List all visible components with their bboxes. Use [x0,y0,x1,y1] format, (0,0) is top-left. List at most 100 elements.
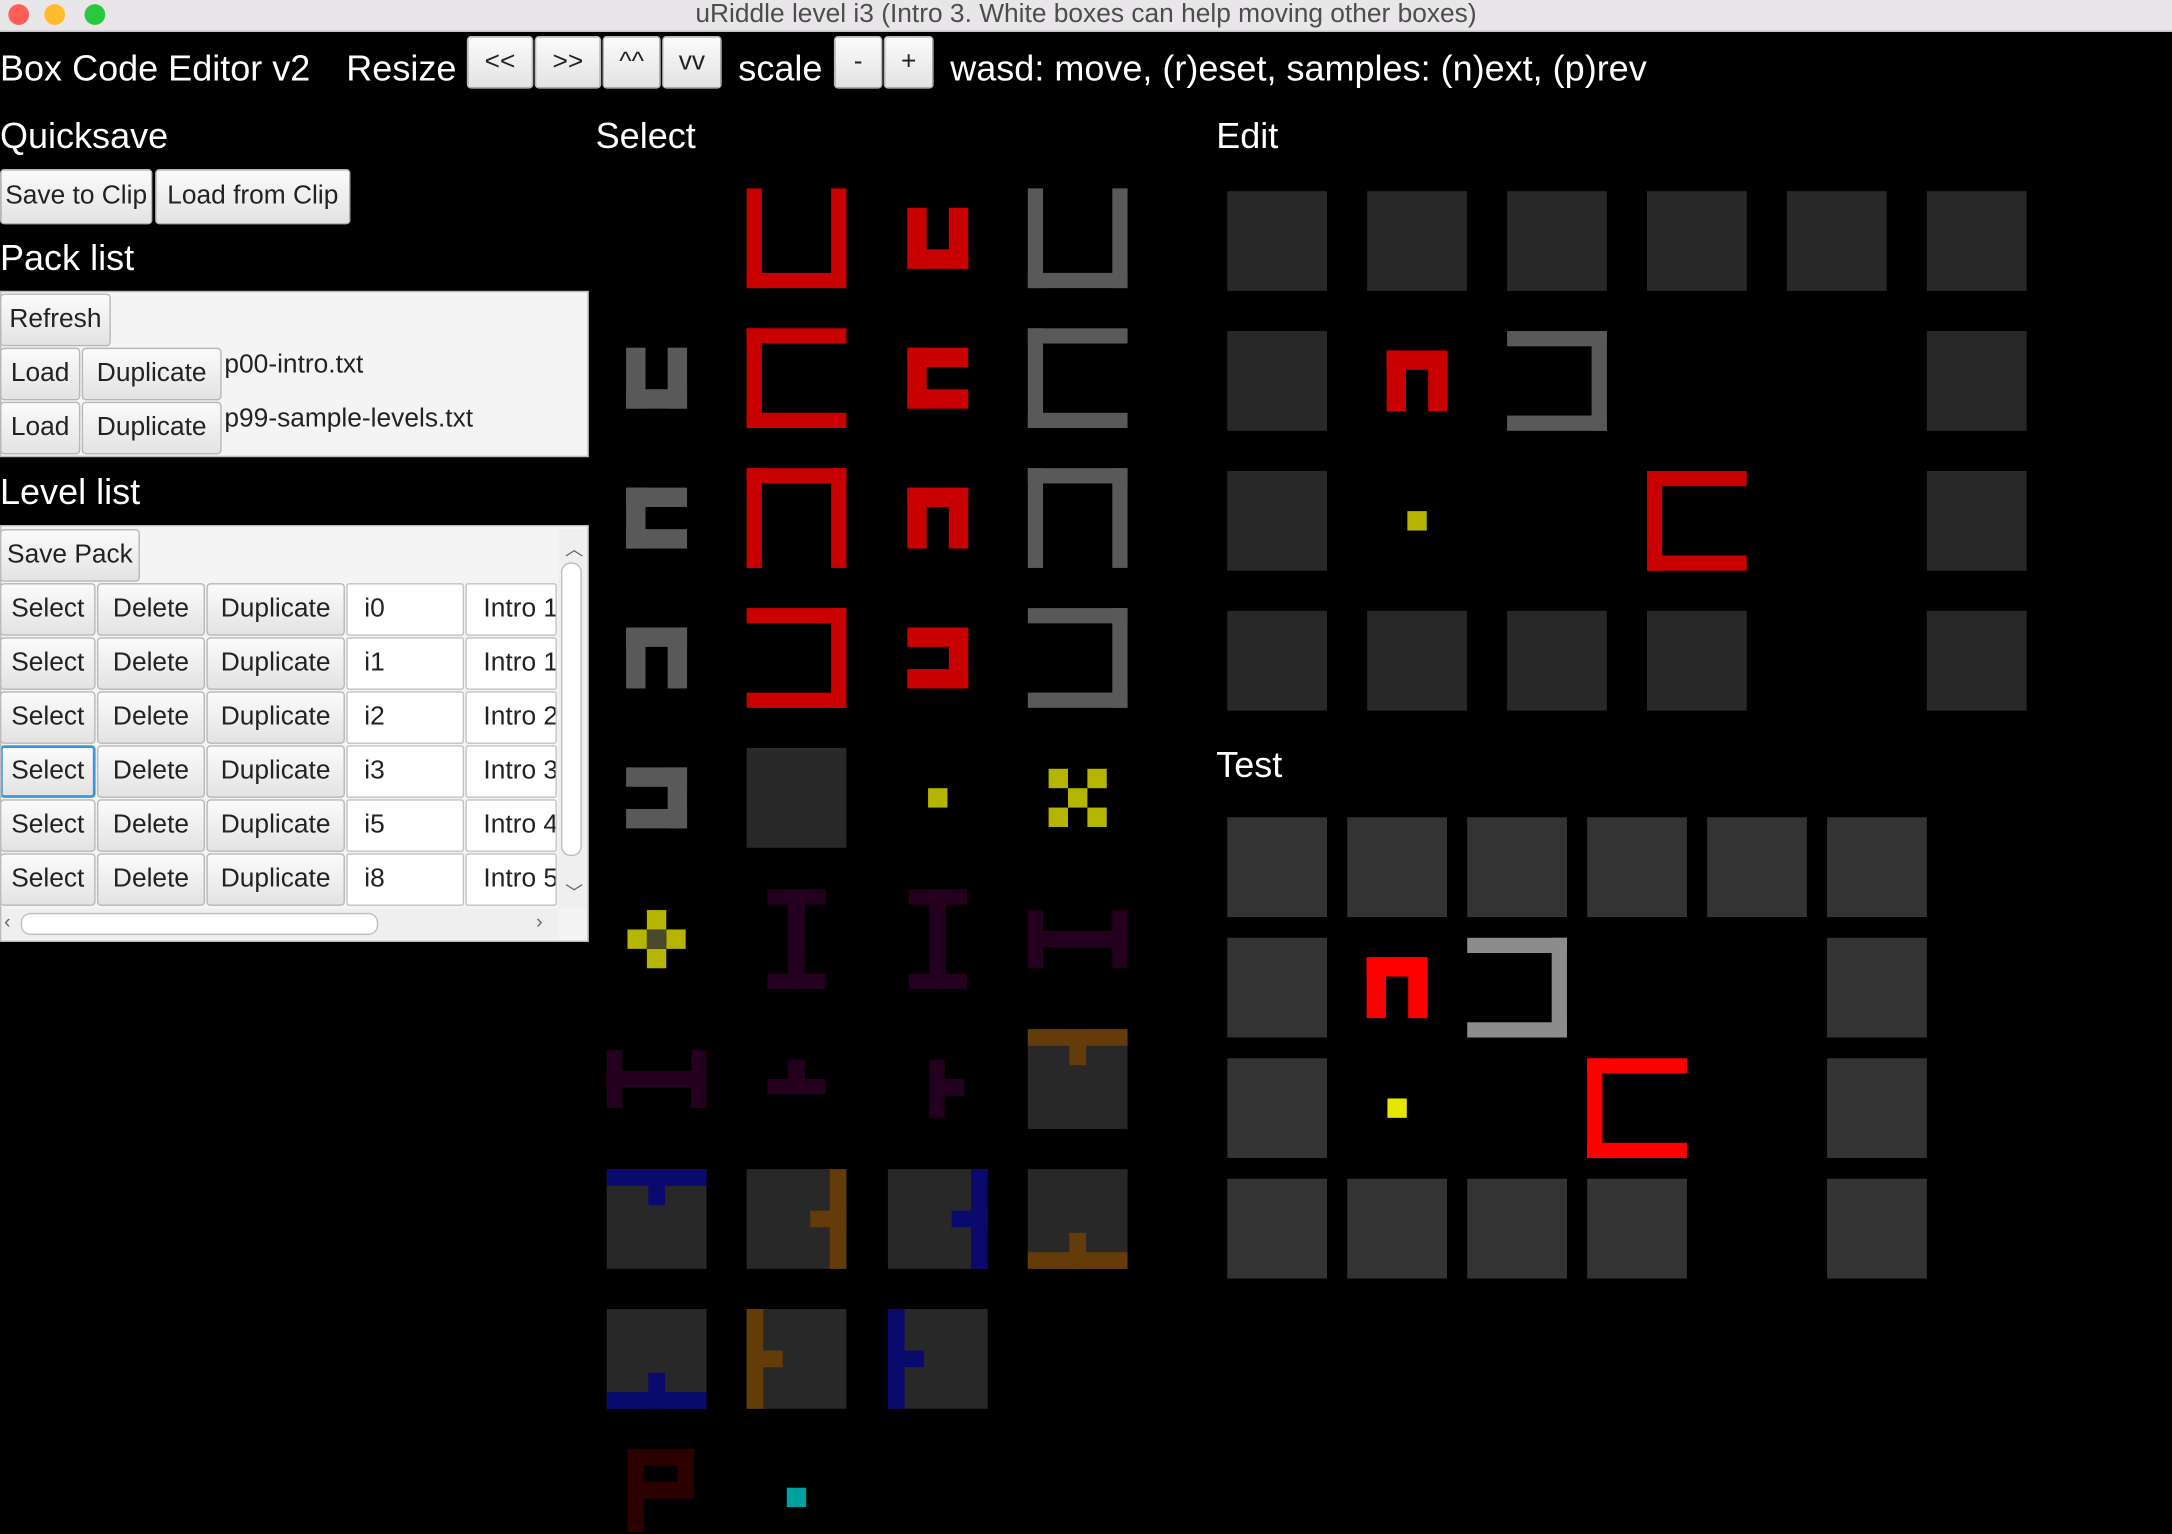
level-name-field[interactable]: Intro 4 [465,799,557,852]
level-id-field[interactable]: i5 [346,799,465,852]
pack-load-button[interactable]: Load [0,401,81,455]
save-pack-button[interactable]: Save Pack [1,529,140,582]
level-delete-button[interactable]: Delete [96,745,206,798]
test-wall-tile [1227,817,1328,918]
vscroll-thumb[interactable] [561,562,582,857]
pack-duplicate-button[interactable]: Duplicate [81,401,222,455]
level-duplicate-button[interactable]: Duplicate [206,583,345,636]
level-delete-button[interactable]: Delete [96,583,206,636]
test-heading: Test [1216,743,1283,786]
level-id-field[interactable]: i1 [346,637,465,690]
scroll-left-icon[interactable]: ‹ [4,910,10,932]
hscroll-thumb[interactable] [20,912,379,936]
scroll-down-icon[interactable]: ﹀ [565,878,583,904]
resize-right-button[interactable]: >> [534,36,602,89]
palette-tile-grey-box [1027,188,1128,289]
level-duplicate-button[interactable]: Duplicate [206,799,345,852]
resize-up-button[interactable]: ^^ [602,36,661,89]
scroll-up-icon[interactable]: ︿ [565,535,583,561]
level-id-field[interactable]: i0 [346,583,465,636]
palette-tile-wall-orange-left [746,1309,847,1409]
level-list-vscrollbar[interactable]: ︿ ﹀ [558,529,586,909]
palette-tile-red-box [746,608,847,708]
edit-wall-tile [1786,191,1887,291]
edit-wall-tile [1367,191,1467,291]
save-to-clip-button[interactable]: Save to Clip [0,168,153,225]
edit-wall-tile [1926,470,2027,571]
level-duplicate-button[interactable]: Duplicate [206,853,345,906]
pack-duplicate-button[interactable]: Duplicate [81,347,222,401]
palette-tile-purple-t [767,1059,826,1095]
resize-down-button[interactable]: vv [662,36,722,89]
level-delete-button[interactable]: Delete [96,853,206,906]
level-select-button[interactable]: Select [1,745,96,798]
palette-tile-purple-i [767,889,826,990]
scroll-right-icon[interactable]: › [536,910,542,932]
palette-tile-purple-h [1027,910,1128,969]
edit-red-box [1647,470,1747,571]
level-list-hscrollbar[interactable]: ‹ › [1,908,559,940]
test-wall-tile [1227,1058,1328,1159]
level-delete-button[interactable]: Delete [96,637,206,690]
level-name-field[interactable]: Intro 3 [465,745,557,798]
tile-palette[interactable] [604,186,1133,1534]
edit-heading: Edit [1216,114,1279,157]
scale-up-button[interactable]: + [883,36,934,89]
test-level-canvas[interactable] [1225,814,1934,1282]
test-wall-tile [1587,1178,1687,1279]
load-from-clip-button[interactable]: Load from Clip [155,168,351,225]
edit-wall-tile [1507,610,1607,711]
palette-tile-grey-small [626,767,688,829]
level-duplicate-button[interactable]: Duplicate [206,745,345,798]
palette-tile-red-small [907,207,969,269]
edit-wall-tile [1926,331,2027,431]
palette-tile-goal-dot [928,788,948,808]
level-name-field[interactable]: Intro 5 [465,853,557,906]
palette-tile-red-box [746,328,847,429]
edit-level-canvas[interactable] [1225,188,2034,714]
test-wall-tile [1467,1178,1567,1279]
level-select-button[interactable]: Select [1,637,96,690]
resize-left-button[interactable]: << [466,36,534,89]
level-list-panel: Save Pack Select Delete Duplicate i0 Intro 1… [0,524,589,942]
palette-tile-red-box [746,468,847,568]
palette-tile-wall-blue-bottom [606,1309,707,1409]
level-delete-button[interactable]: Delete [96,799,206,852]
test-wall-tile [1227,937,1328,1038]
edit-goal-dot [1407,511,1427,531]
edit-wall-tile [1647,191,1747,291]
level-select-button[interactable]: Select [1,691,96,744]
palette-tile-wall-orange-right [746,1169,847,1269]
test-grey-box [1467,937,1567,1038]
pack-load-button[interactable]: Load [0,347,81,401]
resize-label: Resize [346,47,457,89]
level-id-field[interactable]: i8 [346,853,465,906]
level-id-field[interactable]: i2 [346,691,465,744]
level-duplicate-button[interactable]: Duplicate [206,691,345,744]
level-name-field[interactable]: Intro 1. [465,583,557,636]
level-select-button[interactable]: Select [1,853,96,906]
refresh-button[interactable]: Refresh [0,293,111,347]
keyboard-help: wasd: move, (r)eset, samples: (n)ext, (p… [950,47,1647,89]
edit-wall-tile [1227,191,1328,291]
level-name-field[interactable]: Intro 1. [465,637,557,690]
palette-tile-grey-small [626,627,688,689]
test-wall-tile [1827,817,1927,918]
level-select-button[interactable]: Select [1,799,96,852]
select-heading: Select [595,114,696,157]
edit-red-small-box [1386,350,1448,412]
edit-grey-box [1507,331,1607,431]
palette-tile-wall [746,748,847,848]
scale-down-button[interactable]: - [833,36,883,89]
palette-tile-wall-blue-left [887,1309,988,1409]
pack-file-name: p00-intro.txt [224,350,364,380]
palette-tile-wall-blue-right [887,1169,988,1269]
test-red-box [1587,1058,1687,1159]
level-duplicate-button[interactable]: Duplicate [206,637,345,690]
level-select-button[interactable]: Select [1,583,96,636]
palette-tile-purple-i [908,889,967,990]
palette-tile-wall-orange-bottom [1027,1169,1128,1269]
level-delete-button[interactable]: Delete [96,691,206,744]
level-id-field[interactable]: i3 [346,745,465,798]
level-name-field[interactable]: Intro 2 [465,691,557,744]
